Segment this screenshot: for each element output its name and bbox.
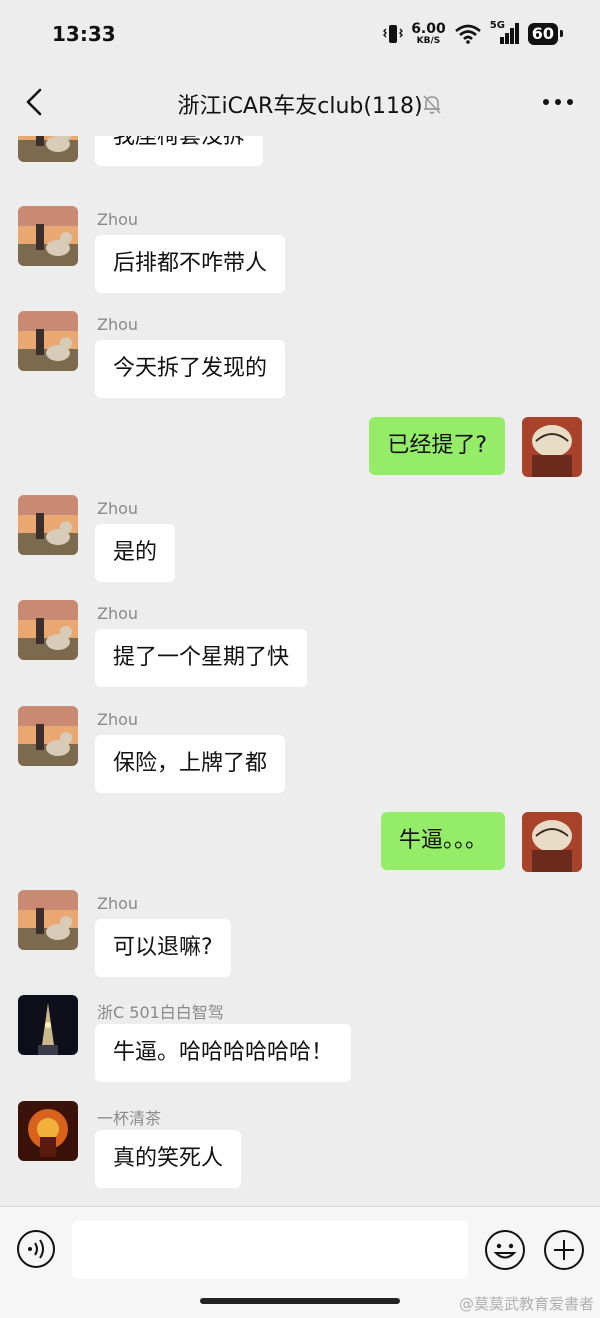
sender-name: Zhou [97,604,139,623]
emoji-icon[interactable] [484,1229,526,1271]
voice-icon[interactable] [16,1229,56,1269]
sender-name: Zhou [97,710,139,729]
message-list[interactable]: 我座椅套没拆 Zhou 后排都不咋带人 Zhou 今天拆了发现的 已经提了? Z… [0,136,600,1206]
anime-character-icon [522,812,582,872]
boy-dog-sunset-icon [18,706,78,766]
anime-character-icon [522,417,582,477]
avatar-self[interactable] [522,417,582,477]
sender-name: Zhou [97,499,139,518]
message-input[interactable] [72,1221,468,1279]
message-bubble[interactable]: 提了一个星期了快 [95,629,308,687]
bell-off-icon [423,95,441,114]
network-speed-value: 6.00 [411,21,446,37]
status-bar: 13:33 6.00 KB/S 5G 60 [0,0,600,70]
sender-name: Zhou [97,210,139,229]
cellular-signal: 5G [490,20,520,46]
message-bubble[interactable]: 真的笑死人 [95,1130,242,1188]
message-bubble[interactable]: 今天拆了发现的 [95,340,286,398]
boy-dog-sunset-icon [18,495,78,555]
vibrate-icon [383,25,404,43]
wifi-icon [454,24,481,44]
message-bubble[interactable]: 牛逼。。。 [380,812,505,870]
avatar-boy-dog[interactable] [18,311,78,371]
boy-dog-sunset-icon [18,311,78,371]
more-dots-icon[interactable] [538,86,578,118]
avatar-boy-dog[interactable] [18,890,78,950]
message-bubble[interactable]: 后排都不咋带人 [95,235,286,293]
chat-title[interactable]: 浙江iCAR车友club(118) [0,88,600,120]
signal-icon [499,23,519,44]
message-bubble[interactable]: 是的 [95,524,176,582]
message-row: Zhou 可以退嘛? [0,890,600,980]
boy-dog-sunset-icon [18,206,78,266]
avatar-boy-dog[interactable] [18,136,78,162]
avatar-boy-dog[interactable] [18,495,78,555]
boy-dog-sunset-icon [18,136,78,162]
message-row: Zhou 保险，上牌了都 [0,706,600,796]
watermark: @莫莫武教育爱書者 [458,1295,594,1313]
chat-header: 浙江iCAR车友club(118) [0,70,600,136]
network-speed-unit: KB/S [416,36,441,46]
message-row: Zhou 今天拆了发现的 [0,311,600,401]
boy-dog-sunset-icon [18,600,78,660]
status-icons: 6.00 KB/S 5G 60 [383,20,564,48]
plus-icon[interactable] [543,1229,585,1271]
sender-name: Zhou [97,315,139,334]
night-tower-icon [18,995,78,1055]
message-row: 牛逼。。。 [0,812,600,872]
message-row: Zhou 后排都不咋带人 [0,206,600,296]
sender-name: Zhou [97,894,139,913]
message-row: Zhou 提了一个星期了快 [0,600,600,690]
message-bubble[interactable]: 保险，上牌了都 [95,735,286,793]
message-bubble[interactable]: 牛逼。哈哈哈哈哈哈！ [95,1024,352,1082]
message-row: 浙C 501白白智驾 牛逼。哈哈哈哈哈哈！ [0,995,600,1085]
sender-name: 浙C 501白白智驾 [97,1003,224,1022]
message-bubble[interactable]: 已经提了? [369,417,505,475]
message-row: Zhou 是的 [0,495,600,585]
home-indicator[interactable] [200,1298,400,1304]
fire-warrior-icon [18,1101,78,1161]
avatar-night-tower[interactable] [18,995,78,1055]
status-time: 13:33 [52,22,116,46]
avatar-boy-dog[interactable] [18,206,78,266]
message-row: 一杯清茶 真的笑死人 [0,1101,600,1191]
message-row: 我座椅套没拆 [0,136,600,188]
message-bubble[interactable]: 我座椅套没拆 [95,136,264,166]
avatar-self[interactable] [522,812,582,872]
avatar-fire-warrior[interactable] [18,1101,78,1161]
message-bubble[interactable]: 可以退嘛? [95,919,231,977]
battery-indicator: 60 [527,23,564,45]
avatar-boy-dog[interactable] [18,706,78,766]
network-speed: 6.00 KB/S [411,22,446,46]
boy-dog-sunset-icon [18,890,78,950]
avatar-boy-dog[interactable] [18,600,78,660]
message-row: 已经提了? [0,417,600,477]
sender-name: 一杯清茶 [97,1109,162,1128]
